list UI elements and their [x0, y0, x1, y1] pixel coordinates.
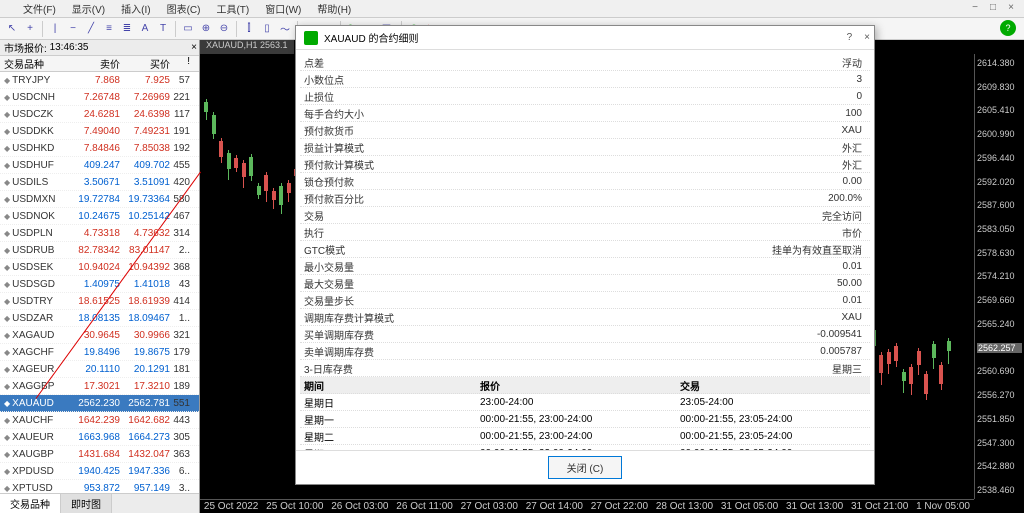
vline-icon[interactable]: |	[47, 21, 63, 37]
fibo-icon[interactable]: ≣	[119, 21, 135, 37]
dialog-help-icon[interactable]: ?	[847, 32, 853, 43]
spec-row: 交易完全访问	[300, 207, 870, 224]
m1-icon[interactable]: ▭	[180, 21, 196, 37]
schedule-row: 星期日23:00-24:0023:05-24:00	[300, 394, 870, 411]
bar-icon[interactable]: ⫿	[241, 21, 257, 37]
minimize-icon[interactable]: −	[966, 0, 984, 14]
dialog-footer: 关闭 (C)	[296, 450, 874, 484]
close-icon[interactable]: ×	[1002, 0, 1020, 14]
symbol-row[interactable]: XAUCHF1642.2391642.682443	[0, 412, 199, 429]
tab-tick[interactable]: 即时图	[61, 494, 112, 513]
symbol-row[interactable]: USDSEK10.9402410.94392368	[0, 259, 199, 276]
menu-view[interactable]: 显示(V)	[64, 1, 113, 16]
symbol-row[interactable]: USDILS3.506713.51091420	[0, 174, 199, 191]
symbol-row[interactable]: USDCNH7.267487.26969221	[0, 89, 199, 106]
chart-tab[interactable]: XAUAUD,H1 2563.1	[200, 40, 294, 54]
symbol-row[interactable]: XAGEUR20.111020.1291181	[0, 361, 199, 378]
time-axis: 25 Oct 202225 Oct 10:0026 Oct 03:0026 Oc…	[200, 499, 974, 513]
text-icon[interactable]: A	[137, 21, 153, 37]
spec-row: 预付款计算模式外汇	[300, 156, 870, 173]
menu-help[interactable]: 帮助(H)	[309, 1, 359, 16]
dialog-title: XAUAUD 的合约细则	[324, 30, 418, 45]
spec-row: 每手合约大小100	[300, 105, 870, 122]
symbol-row[interactable]: XAGCHF19.849619.8675179	[0, 344, 199, 361]
spec-row: 交易量步长0.01	[300, 292, 870, 309]
spec-row: 卖单调期库存费0.005787	[300, 343, 870, 360]
line-icon[interactable]: 〜	[277, 21, 293, 37]
zoomin-icon[interactable]: ⊕	[198, 21, 214, 37]
spec-row: 调期库存费计算模式XAU	[300, 309, 870, 326]
symbol-row[interactable]: USDTRY18.6152518.61939414	[0, 293, 199, 310]
dialog-close-icon[interactable]: ×	[864, 32, 870, 43]
symbol-row[interactable]: USDRUB82.7834283.011472..	[0, 242, 199, 259]
window-controls: − □ ×	[966, 0, 1020, 14]
spec-row: 锁仓预付款0.00	[300, 173, 870, 190]
spec-row: GTC模式挂单为有效直至取消	[300, 241, 870, 258]
dialog-titlebar[interactable]: XAUAUD 的合约细则 ? ×	[296, 26, 874, 50]
mw-tabs: 交易品种 即时图	[0, 493, 199, 513]
tab-symbols[interactable]: 交易品种	[0, 494, 61, 513]
zoomout-icon[interactable]: ⊖	[216, 21, 232, 37]
menu-insert[interactable]: 插入(I)	[113, 1, 158, 16]
schedule-row: 星期一00:00-21:55, 23:00-24:0000:00-21:55, …	[300, 411, 870, 428]
symbol-row[interactable]: USDCZK24.628124.6398117	[0, 106, 199, 123]
symbol-row[interactable]: XAUAUD2562.2302562.781551	[0, 395, 199, 412]
symbol-row[interactable]: USDPLN4.733184.73632314	[0, 225, 199, 242]
help-icon[interactable]: ?	[1000, 20, 1016, 36]
spec-row: 损益计算模式外汇	[300, 139, 870, 156]
spec-row: 最大交易量50.00	[300, 275, 870, 292]
channel-icon[interactable]: ≡	[101, 21, 117, 37]
maximize-icon[interactable]: □	[984, 0, 1002, 14]
symbol-row[interactable]: USDZAR18.0813518.094671..	[0, 310, 199, 327]
symbol-row[interactable]: XPTUSD953.872957.1493..	[0, 480, 199, 493]
spec-row: 执行市价	[300, 224, 870, 241]
menu-tool[interactable]: 工具(T)	[208, 1, 257, 16]
spec-row: 预付款百分比200.0%	[300, 190, 870, 207]
symbol-row[interactable]: USDSGD1.409751.4101843	[0, 276, 199, 293]
symbol-row[interactable]: XAGAUD30.964530.9966321	[0, 327, 199, 344]
spec-row: 止损位0	[300, 88, 870, 105]
mw-columns: 交易品种 卖价 买价 !	[0, 56, 199, 72]
menu-file[interactable]: 文件(F)	[15, 1, 64, 16]
schedule-row: 星期二00:00-21:55, 23:00-24:0000:00-21:55, …	[300, 428, 870, 445]
contract-spec-dialog: XAUAUD 的合约细则 ? × 点差浮动小数位点3止损位0每手合约大小100预…	[295, 25, 875, 485]
trendline-icon[interactable]: ╱	[83, 21, 99, 37]
symbol-row[interactable]: USDHKD7.848467.85038192	[0, 140, 199, 157]
symbol-row[interactable]: XAUGBP1431.6841432.047363	[0, 446, 199, 463]
market-watch: 市场报价: 13:46:35 × 交易品种 卖价 买价 ! TRYJPY7.86…	[0, 40, 200, 513]
hline-icon[interactable]: −	[65, 21, 81, 37]
spec-row: 最小交易量0.01	[300, 258, 870, 275]
close-button[interactable]: 关闭 (C)	[548, 456, 623, 479]
symbol-row[interactable]: XAUEUR1663.9681664.273305	[0, 429, 199, 446]
menubar: 文件(F) 显示(V) 插入(I) 图表(C) 工具(T) 窗口(W) 帮助(H…	[0, 0, 1024, 18]
spec-row: 买单调期库存费-0.009541	[300, 326, 870, 343]
spec-row: 小数位点3	[300, 71, 870, 88]
label-icon[interactable]: T	[155, 21, 171, 37]
symbol-row[interactable]: XPDUSD1940.4251947.3366..	[0, 463, 199, 480]
cursor-icon[interactable]: ↖	[4, 21, 20, 37]
candle-icon[interactable]: ▯	[259, 21, 275, 37]
menu-window[interactable]: 窗口(W)	[257, 1, 309, 16]
mw-body[interactable]: TRYJPY7.8687.92557USDCNH7.267487.2696922…	[0, 72, 199, 493]
symbol-row[interactable]: USDHUF409.247409.702455	[0, 157, 199, 174]
symbol-row[interactable]: TRYJPY7.8687.92557	[0, 72, 199, 89]
symbol-row[interactable]: USDDKK7.490407.49231191	[0, 123, 199, 140]
crosshair-icon[interactable]: +	[22, 21, 38, 37]
mw-close-icon[interactable]: ×	[191, 42, 197, 53]
spec-row: 预付款货币XAU	[300, 122, 870, 139]
dialog-body[interactable]: 点差浮动小数位点3止损位0每手合约大小100预付款货币XAU损益计算模式外汇预付…	[296, 50, 874, 450]
dialog-icon	[304, 31, 318, 45]
spec-row: 点差浮动	[300, 54, 870, 71]
symbol-row[interactable]: XAGGBP17.302117.3210189	[0, 378, 199, 395]
symbol-row[interactable]: USDMXN19.7278419.73364580	[0, 191, 199, 208]
price-axis: 2614.3802609.8302605.4102600.9902596.440…	[974, 54, 1024, 499]
symbol-row[interactable]: USDNOK10.2467510.25142467	[0, 208, 199, 225]
market-watch-header: 市场报价: 13:46:35 ×	[0, 40, 199, 56]
menu-chart[interactable]: 图表(C)	[159, 1, 209, 16]
spec-row: 3-日库存费星期三	[300, 360, 870, 377]
